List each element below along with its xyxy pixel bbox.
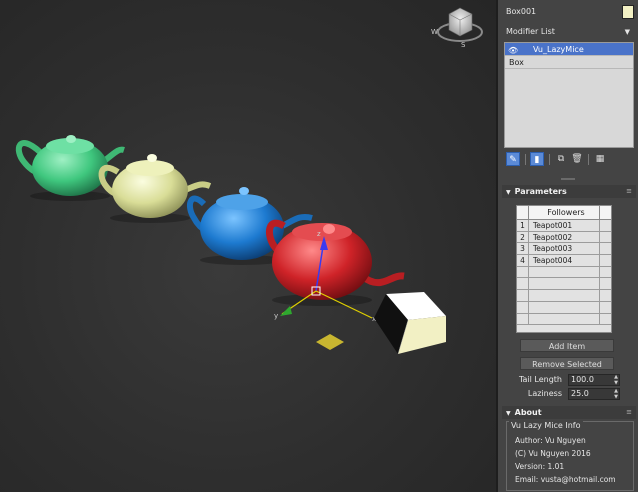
followers-list[interactable]: Followers 1 Teapot001 2 Teapot002 3 Teap…: [516, 205, 612, 333]
laziness-label: Laziness: [527, 389, 562, 398]
rollout-menu-icon[interactable]: ≡: [626, 406, 632, 419]
about-rollout-header[interactable]: ▼ About ≡: [502, 406, 636, 419]
about-group-title: Vu Lazy Mice Info: [509, 421, 583, 430]
stack-item-label: Vu_LazyMice: [533, 45, 584, 54]
list-item-empty[interactable]: [517, 278, 611, 291]
viewcube-west-label: W: [431, 28, 438, 36]
panel-grip[interactable]: [561, 178, 575, 180]
list-item[interactable]: 2 Teapot002: [517, 231, 611, 244]
collapse-triangle-icon: ▼: [506, 189, 511, 196]
command-panel: Box001 Modifier List ▼ 👁 Vu_LazyMice Box…: [496, 0, 638, 492]
list-item[interactable]: 1 Teapot001: [517, 220, 611, 232]
stack-toolbar: ✎ ▮ ⧉ 🗑 ▦: [504, 152, 634, 168]
remove-modifier-icon[interactable]: 🗑: [570, 152, 584, 166]
laziness-spinner[interactable]: 25.0 ▲ ▼: [568, 388, 620, 400]
make-unique-icon[interactable]: ⧉: [554, 152, 568, 166]
list-item[interactable]: 3 Teapot003: [517, 243, 611, 256]
list-item[interactable]: 4 Teapot004: [517, 255, 611, 267]
parameters-title: Parameters: [514, 187, 567, 196]
box001[interactable]: [374, 292, 446, 355]
about-info-group: Vu Lazy Mice Info Author: Vu Nguyen (C) …: [506, 421, 634, 491]
about-version: Version: 1.01: [515, 462, 565, 471]
about-email: Email: vusta@hotmail.com: [515, 475, 616, 484]
about-copyright: (C) Vu Nguyen 2016: [515, 449, 591, 458]
show-end-result-icon[interactable]: ▮: [530, 152, 544, 166]
object-name-field[interactable]: Box001: [504, 5, 618, 19]
rollout-menu-icon[interactable]: ≡: [626, 185, 632, 198]
modifier-list-dropdown[interactable]: Modifier List ▼: [504, 25, 634, 39]
stack-item-label: Box: [509, 58, 524, 67]
list-item-empty[interactable]: [517, 301, 611, 314]
tail-length-spinner[interactable]: 100.0 ▲ ▼: [568, 374, 620, 386]
about-title: About: [514, 408, 542, 417]
stack-item-box[interactable]: Box: [505, 56, 633, 69]
scene-render: W S y x z: [15, 7, 483, 355]
viewcube-south-label: S: [461, 41, 466, 49]
perspective-viewport[interactable]: W S y x z: [0, 0, 496, 492]
parameters-rollout-header[interactable]: ▼ Parameters ≡: [502, 185, 636, 198]
stack-item-vu-lazymice[interactable]: 👁 Vu_LazyMice: [505, 43, 633, 56]
list-item-empty[interactable]: [517, 290, 611, 302]
about-author: Author: Vu Nguyen: [515, 436, 586, 445]
collapse-triangle-icon: ▼: [506, 410, 511, 417]
gizmo-z-label: z: [317, 230, 321, 238]
remove-selected-button[interactable]: Remove Selected: [520, 357, 614, 370]
configure-sets-icon[interactable]: ▦: [593, 152, 607, 166]
viewcube[interactable]: W S: [431, 7, 483, 49]
teapot-red[interactable]: [265, 219, 405, 306]
modifier-list-label: Modifier List: [506, 27, 555, 36]
spinner-arrows-icon[interactable]: ▲ ▼: [614, 388, 618, 400]
chevron-down-icon: ▼: [624, 28, 630, 36]
pin-stack-icon[interactable]: ✎: [506, 152, 520, 166]
gizmo-y-label: y: [274, 312, 278, 320]
add-item-button[interactable]: Add Item: [520, 339, 614, 352]
list-item-empty[interactable]: [517, 266, 611, 279]
spinner-arrows-icon[interactable]: ▲ ▼: [614, 374, 618, 386]
object-color-swatch[interactable]: [622, 5, 634, 19]
modifier-stack[interactable]: 👁 Vu_LazyMice Box: [504, 42, 634, 148]
tail-length-label: Tail Length: [518, 375, 562, 384]
followers-column-header[interactable]: Followers: [533, 206, 599, 219]
list-item-empty[interactable]: [517, 313, 611, 326]
